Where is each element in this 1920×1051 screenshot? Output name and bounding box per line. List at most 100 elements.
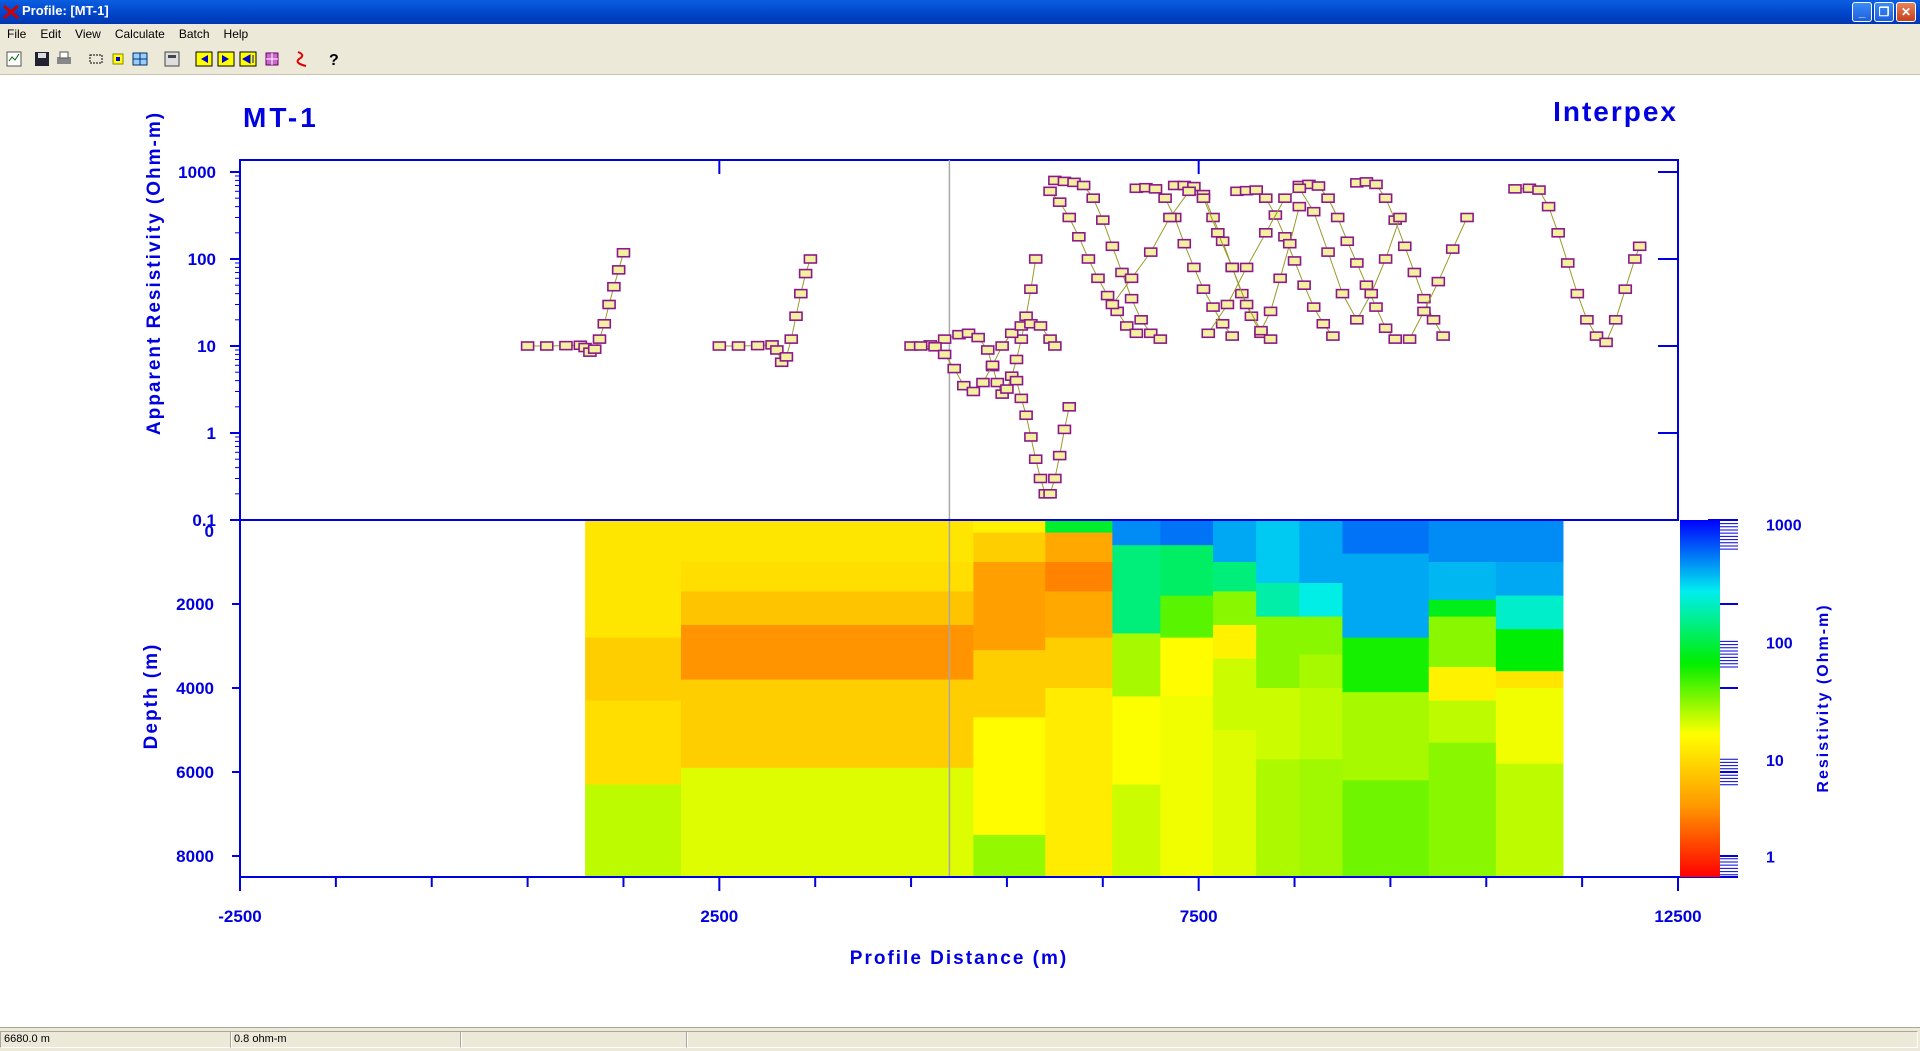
data-point[interactable] bbox=[1364, 288, 1379, 299]
data-point[interactable] bbox=[1306, 206, 1321, 217]
data-point[interactable] bbox=[1057, 424, 1072, 435]
data-point[interactable] bbox=[1239, 262, 1254, 273]
data-point[interactable] bbox=[1378, 193, 1393, 203]
data-point[interactable] bbox=[1369, 179, 1383, 190]
data-point[interactable] bbox=[731, 341, 746, 351]
data-point[interactable] bbox=[1426, 315, 1441, 325]
restore-button[interactable]: ❐ bbox=[1874, 2, 1894, 22]
data-point[interactable] bbox=[1105, 241, 1120, 252]
data-point[interactable] bbox=[1417, 293, 1431, 304]
data-point[interactable] bbox=[1263, 306, 1278, 317]
curve-button[interactable] bbox=[292, 49, 312, 69]
data-point[interactable] bbox=[1143, 247, 1158, 257]
data-point[interactable] bbox=[1350, 258, 1364, 268]
data-point[interactable] bbox=[1632, 241, 1647, 252]
next-station-button[interactable] bbox=[238, 49, 258, 69]
data-point[interactable] bbox=[1215, 318, 1230, 329]
plot-canvas[interactable]: MT-1 Interpex 1000 100 10 1 0.1 0 2000 4000 600… bbox=[0, 75, 1920, 1027]
new-profile-button[interactable] bbox=[4, 49, 24, 69]
data-point[interactable] bbox=[1048, 341, 1062, 351]
data-point[interactable] bbox=[779, 352, 794, 362]
data-point[interactable] bbox=[1028, 254, 1043, 264]
data-point[interactable] bbox=[789, 311, 803, 322]
data-point[interactable] bbox=[1206, 302, 1220, 312]
data-point[interactable] bbox=[1028, 454, 1043, 464]
data-point[interactable] bbox=[750, 340, 765, 351]
data-point[interactable] bbox=[1153, 334, 1168, 344]
data-point[interactable] bbox=[1062, 402, 1077, 412]
data-point[interactable] bbox=[1052, 197, 1067, 207]
data-point[interactable] bbox=[1220, 299, 1235, 310]
data-point[interactable] bbox=[1043, 489, 1057, 499]
data-point[interactable] bbox=[1072, 231, 1086, 242]
data-point[interactable] bbox=[803, 254, 818, 264]
menu-view[interactable]: View bbox=[68, 24, 108, 41]
data-point[interactable] bbox=[794, 288, 808, 299]
data-point[interactable] bbox=[1580, 315, 1594, 325]
data-point[interactable] bbox=[1105, 299, 1120, 310]
data-point[interactable] bbox=[1124, 273, 1139, 284]
select-rect-button[interactable] bbox=[86, 49, 106, 69]
data-point[interactable] bbox=[1321, 193, 1335, 203]
data-point[interactable] bbox=[1340, 236, 1355, 247]
data-point[interactable] bbox=[1033, 321, 1048, 331]
data-point[interactable] bbox=[1019, 410, 1033, 421]
data-point[interactable] bbox=[1287, 256, 1302, 266]
data-point[interactable] bbox=[1258, 193, 1273, 203]
data-point[interactable] bbox=[1187, 262, 1201, 273]
data-point[interactable] bbox=[1599, 337, 1613, 348]
data-point[interactable] bbox=[1239, 299, 1254, 310]
data-point[interactable] bbox=[1292, 183, 1307, 194]
data-point[interactable] bbox=[1297, 280, 1311, 290]
data-point[interactable] bbox=[607, 281, 621, 292]
data-point[interactable] bbox=[559, 340, 573, 351]
data-point[interactable] bbox=[616, 247, 631, 258]
data-point[interactable] bbox=[1225, 262, 1240, 273]
data-point[interactable] bbox=[1436, 331, 1450, 341]
data-point[interactable] bbox=[985, 360, 1000, 371]
data-point[interactable] bbox=[1628, 254, 1642, 264]
data-point[interactable] bbox=[1321, 247, 1335, 257]
data-point[interactable] bbox=[1182, 186, 1196, 197]
data-point[interactable] bbox=[971, 332, 985, 343]
data-point[interactable] bbox=[1043, 186, 1057, 197]
data-point[interactable] bbox=[1024, 284, 1038, 294]
properties-button[interactable] bbox=[162, 49, 182, 69]
data-point[interactable] bbox=[1033, 473, 1048, 484]
data-point[interactable] bbox=[587, 344, 602, 354]
data-point[interactable] bbox=[1407, 267, 1422, 278]
profile-plot[interactable]: MT-1 Interpex 10001001010.1 020004000600… bbox=[0, 75, 1920, 1027]
data-point[interactable] bbox=[1009, 375, 1024, 386]
data-point[interactable] bbox=[980, 345, 995, 355]
data-point[interactable] bbox=[1551, 228, 1565, 238]
data-point[interactable] bbox=[1196, 284, 1211, 294]
data-point[interactable] bbox=[1148, 184, 1163, 194]
data-point[interactable] bbox=[1158, 193, 1172, 203]
data-point[interactable] bbox=[1024, 432, 1038, 442]
data-point[interactable] bbox=[712, 341, 727, 351]
first-station-button[interactable] bbox=[194, 49, 214, 69]
data-point[interactable] bbox=[1076, 180, 1091, 191]
data-point[interactable] bbox=[947, 363, 962, 374]
menu-calculate[interactable]: Calculate bbox=[108, 24, 172, 41]
grid-button[interactable] bbox=[130, 49, 150, 69]
data-point[interactable] bbox=[1292, 201, 1307, 212]
menu-help[interactable]: Help bbox=[217, 24, 256, 41]
data-point[interactable] bbox=[1393, 212, 1407, 223]
data-point[interactable] bbox=[1369, 302, 1383, 312]
data-point[interactable] bbox=[1608, 315, 1623, 325]
data-point[interactable] bbox=[1306, 302, 1321, 312]
data-point[interactable] bbox=[539, 341, 554, 351]
data-point[interactable] bbox=[1096, 215, 1110, 225]
data-point[interactable] bbox=[1225, 331, 1240, 341]
data-point[interactable] bbox=[1618, 284, 1633, 294]
data-point[interactable] bbox=[937, 349, 952, 360]
data-point[interactable] bbox=[1417, 306, 1431, 317]
data-point[interactable] bbox=[1254, 325, 1268, 336]
menu-file[interactable]: File bbox=[0, 24, 33, 41]
data-point[interactable] bbox=[1532, 185, 1546, 195]
prev-station-button[interactable] bbox=[216, 49, 236, 69]
data-point[interactable] bbox=[1258, 228, 1273, 238]
data-point[interactable] bbox=[1000, 384, 1014, 394]
data-point[interactable] bbox=[1402, 334, 1417, 344]
